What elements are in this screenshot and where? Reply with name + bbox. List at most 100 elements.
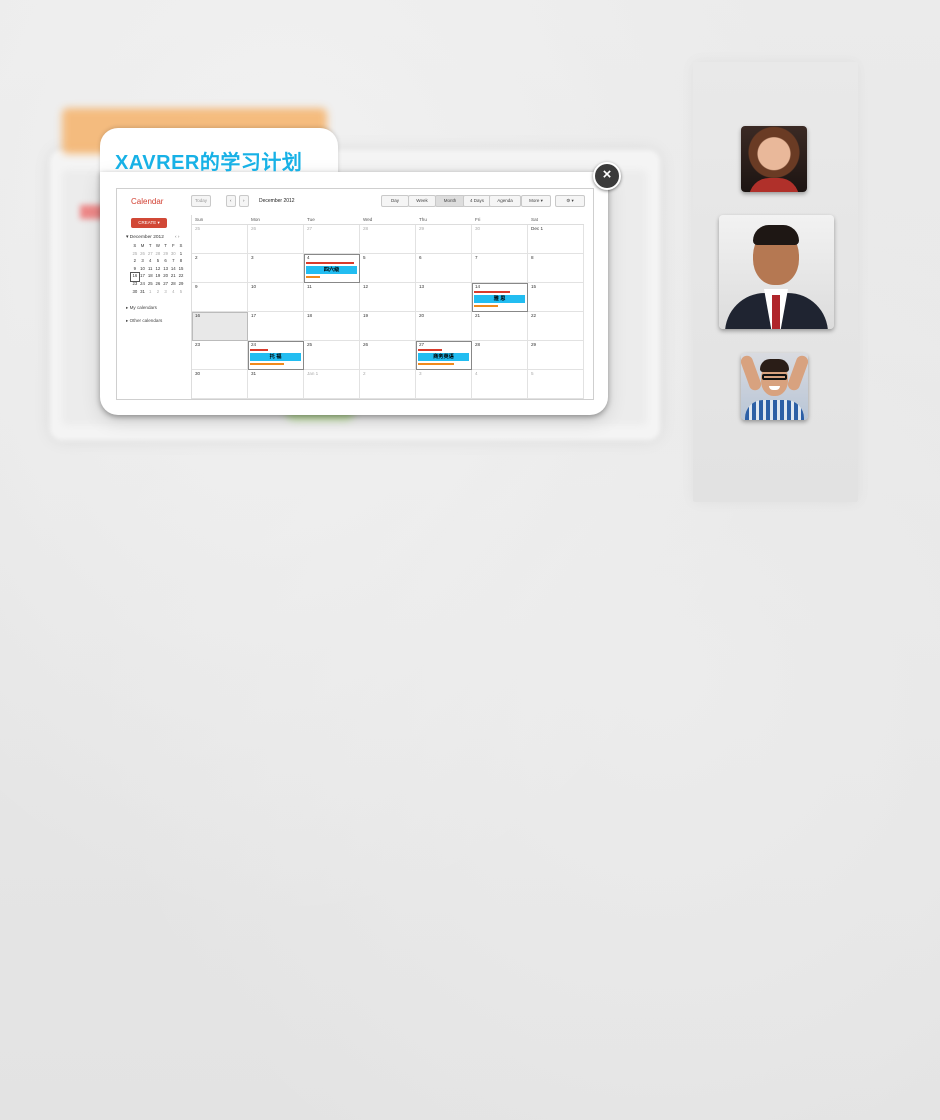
settings-icon[interactable]: ⚙ ▾ [555, 195, 585, 207]
day-cell[interactable]: 11 [304, 283, 360, 312]
day-cell[interactable]: 21 [472, 312, 528, 341]
mini-day[interactable]: 11 [146, 266, 154, 274]
day-cell[interactable]: 30 [192, 370, 248, 399]
event-toefl[interactable]: 托 福 [250, 353, 301, 361]
mini-day[interactable]: 2 [154, 289, 162, 297]
more-button[interactable]: More ▾ [521, 195, 551, 207]
mini-day[interactable]: 4 [146, 258, 154, 266]
mini-day[interactable]: 26 [139, 251, 147, 259]
day-cell[interactable]: 26 [360, 341, 416, 370]
day-cell[interactable]: 4 [472, 370, 528, 399]
mini-day[interactable]: 5 [177, 289, 185, 297]
mini-day[interactable]: 4 [169, 289, 177, 297]
day-cell[interactable]: 8 [528, 254, 584, 283]
other-calendars-link[interactable]: ▸ Other calendars [126, 318, 162, 324]
day-cell[interactable]: 26 [248, 225, 304, 254]
mini-day[interactable]: 27 [146, 251, 154, 259]
day-cell[interactable]: 23 [192, 341, 248, 370]
day-cell[interactable]: 31 [248, 370, 304, 399]
event-business-english[interactable]: 商务英语 [418, 353, 469, 361]
day-cell[interactable]: 20 [416, 312, 472, 341]
day-cell[interactable]: 27 [304, 225, 360, 254]
mini-day[interactable]: 28 [169, 281, 177, 289]
mini-day[interactable]: 14 [169, 266, 177, 274]
mini-day[interactable]: 8 [177, 258, 185, 266]
mini-day[interactable]: 27 [162, 281, 170, 289]
close-button[interactable]: × [593, 162, 621, 190]
day-cell[interactable]: 13 [416, 283, 472, 312]
mini-day[interactable]: 30 [131, 289, 139, 297]
today-button[interactable]: Today [191, 195, 212, 207]
day-cell[interactable]: 22 [528, 312, 584, 341]
mini-day[interactable]: 13 [162, 266, 170, 274]
day-cell[interactable]: 28 [472, 341, 528, 370]
mini-day[interactable]: 18 [146, 273, 154, 281]
mini-day[interactable]: 26 [154, 281, 162, 289]
avatar-man-glasses[interactable] [741, 353, 808, 420]
mini-day[interactable]: 28 [154, 251, 162, 259]
day-cell[interactable]: 18 [304, 312, 360, 341]
view-month[interactable]: Month [435, 195, 465, 207]
mini-day[interactable]: 9 [131, 266, 139, 274]
day-cell[interactable]: 25 [304, 341, 360, 370]
day-cell[interactable]: Jan 1 [304, 370, 360, 399]
mini-day[interactable]: 2 [131, 258, 139, 266]
mini-day[interactable]: 30 [169, 251, 177, 259]
view-day[interactable]: Day [381, 195, 409, 207]
day-cell[interactable]: 2 [360, 370, 416, 399]
view-agenda[interactable]: Agenda [489, 195, 521, 207]
mini-day[interactable]: 12 [154, 266, 162, 274]
event-cet-exam[interactable]: 四六级 [306, 266, 357, 274]
day-cell[interactable]: 2 [192, 254, 248, 283]
day-cell[interactable]: 5 [360, 254, 416, 283]
mini-day[interactable]: 5 [154, 258, 162, 266]
mini-day[interactable]: 15 [177, 266, 185, 274]
event-ielts[interactable]: 雅 思 [474, 295, 525, 303]
mini-day[interactable]: 17 [139, 273, 147, 281]
day-cell[interactable]: 7 [472, 254, 528, 283]
mini-day[interactable]: 19 [154, 273, 162, 281]
day-cell[interactable]: 15 [528, 283, 584, 312]
mini-month-nav[interactable]: ‹ › [175, 235, 180, 240]
day-cell[interactable]: 17 [248, 312, 304, 341]
avatar-man-suit[interactable] [719, 215, 834, 329]
mini-day[interactable]: 3 [139, 258, 147, 266]
day-cell[interactable]: 25 [192, 225, 248, 254]
day-cell[interactable]: 24 托 福 [248, 341, 304, 370]
mini-day[interactable]: 22 [177, 273, 185, 281]
view-week[interactable]: Week [408, 195, 436, 207]
mini-day[interactable]: 1 [177, 251, 185, 259]
day-cell[interactable]: 12 [360, 283, 416, 312]
create-button[interactable]: CREATE ▾ [131, 218, 167, 228]
prev-icon[interactable]: ‹ [226, 195, 236, 207]
mini-day[interactable]: 29 [162, 251, 170, 259]
mini-day[interactable]: 25 [131, 251, 139, 259]
day-cell[interactable]: 3 [416, 370, 472, 399]
day-cell[interactable]: 29 [528, 341, 584, 370]
day-cell[interactable]: 10 [248, 283, 304, 312]
mini-day[interactable]: 25 [146, 281, 154, 289]
my-calendars-link[interactable]: ▸ My calendars [126, 305, 157, 311]
day-cell[interactable]: Dec 1 [528, 225, 584, 254]
next-icon[interactable]: › [239, 195, 249, 207]
day-cell[interactable]: 28 [360, 225, 416, 254]
day-cell[interactable]: 9 [192, 283, 248, 312]
avatar-woman[interactable] [741, 126, 807, 192]
mini-day[interactable]: 16 [130, 272, 140, 282]
day-cell[interactable]: 16 [192, 312, 248, 341]
mini-day[interactable]: 10 [139, 266, 147, 274]
mini-day[interactable]: 1 [146, 289, 154, 297]
day-cell[interactable]: 5 [528, 370, 584, 399]
day-cell[interactable]: 29 [416, 225, 472, 254]
mini-day[interactable]: 24 [139, 281, 147, 289]
view-4-days[interactable]: 4 Days [463, 195, 491, 207]
mini-day[interactable]: 6 [162, 258, 170, 266]
mini-day[interactable]: 21 [169, 273, 177, 281]
mini-day[interactable]: 7 [169, 258, 177, 266]
day-cell[interactable]: 14 雅 思 [472, 283, 528, 312]
mini-day[interactable]: 29 [177, 281, 185, 289]
day-cell[interactable]: 30 [472, 225, 528, 254]
mini-day[interactable]: 3 [162, 289, 170, 297]
day-cell[interactable]: 4 四六级 [304, 254, 360, 283]
mini-day[interactable]: 23 [131, 281, 139, 289]
